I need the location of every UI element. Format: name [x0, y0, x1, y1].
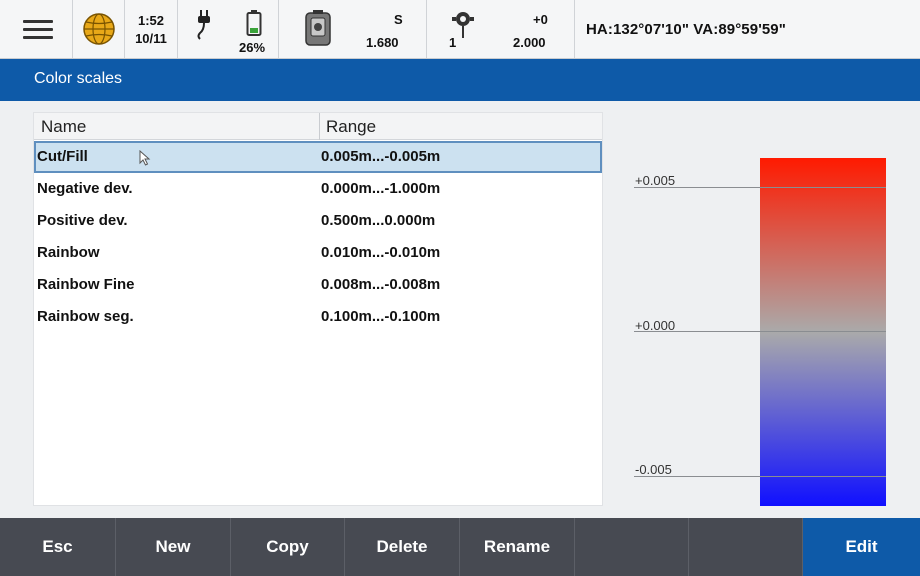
- delete-button[interactable]: Delete: [345, 518, 460, 576]
- menu-button[interactable]: [0, 0, 73, 58]
- gnss-status-button[interactable]: [73, 0, 125, 58]
- prism-target-icon: [452, 12, 474, 38]
- page-title: Color scales: [34, 70, 123, 87]
- list-item-negative-dev[interactable]: Negative dev. 0.000m...-1.000m: [34, 173, 602, 205]
- status-bar: 1:52 10/11 26% S 1.680 1 +0 2.000 HA:132…: [0, 0, 920, 59]
- new-button[interactable]: New: [116, 518, 231, 576]
- date-text: 10/11: [135, 31, 167, 46]
- target-offset: +0: [533, 12, 548, 27]
- target-status[interactable]: 1 +0 2.000: [427, 0, 575, 58]
- row-range: 0.500m...0.000m: [321, 212, 436, 229]
- row-name: Rainbow Fine: [37, 276, 135, 293]
- row-range: 0.005m...-0.005m: [321, 148, 441, 165]
- list-item-rainbow-seg[interactable]: Rainbow seg. 0.100m...-0.100m: [34, 301, 602, 333]
- empty-softkey-2[interactable]: [689, 518, 803, 576]
- column-header-name[interactable]: Name: [41, 117, 86, 137]
- row-name: Positive dev.: [37, 212, 128, 229]
- empty-softkey-1[interactable]: [575, 518, 689, 576]
- battery-icon: [246, 10, 262, 36]
- copy-button[interactable]: Copy: [231, 518, 345, 576]
- total-station-icon: [305, 10, 331, 46]
- row-name: Rainbow: [37, 244, 100, 261]
- row-range: 0.000m...-1.000m: [321, 180, 441, 197]
- column-header-range[interactable]: Range: [326, 117, 376, 137]
- row-range: 0.100m...-0.100m: [321, 308, 441, 325]
- list-header: Name Range: [34, 113, 602, 140]
- battery-percent: 26%: [239, 40, 266, 55]
- target-count: 1: [449, 35, 457, 50]
- edit-button[interactable]: Edit: [803, 518, 920, 576]
- column-separator[interactable]: [319, 113, 320, 140]
- color-scale-gradient: [760, 158, 886, 506]
- bottom-toolbar: Esc New Copy Delete Rename Edit: [0, 518, 920, 576]
- list-item-rainbow[interactable]: Rainbow 0.010m...-0.010m: [34, 237, 602, 269]
- row-range: 0.010m...-0.010m: [321, 244, 441, 261]
- list-item-rainbow-fine[interactable]: Rainbow Fine 0.008m...-0.008m: [34, 269, 602, 301]
- time-text: 1:52: [137, 13, 165, 28]
- scale-label-top: +0.005: [635, 173, 676, 188]
- row-name: Negative dev.: [37, 180, 133, 197]
- instrument-value: 1.680: [366, 35, 399, 50]
- time-date[interactable]: 1:52 10/11: [125, 0, 178, 58]
- list-item-positive-dev[interactable]: Positive dev. 0.500m...0.000m: [34, 205, 602, 237]
- plug-icon: [197, 10, 210, 40]
- target-height: 2.000: [513, 35, 546, 50]
- rename-button[interactable]: Rename: [460, 518, 575, 576]
- title-bar: Color scales: [0, 59, 920, 101]
- scale-label-bottom: -0.005: [635, 462, 672, 477]
- globe-icon: [83, 13, 115, 45]
- instrument-label: S: [394, 12, 403, 27]
- row-range: 0.008m...-0.008m: [321, 276, 441, 293]
- esc-button[interactable]: Esc: [0, 518, 116, 576]
- color-scale-list[interactable]: Name Range Cut/Fill 0.005m...-0.005m Neg…: [33, 112, 603, 506]
- mouse-cursor-icon: [139, 150, 151, 166]
- angle-readout: HA:132°07'10" VA:89°59'59": [586, 21, 786, 38]
- row-name: Rainbow seg.: [37, 308, 134, 325]
- row-name: Cut/Fill: [37, 148, 88, 165]
- power-status[interactable]: 26%: [178, 0, 279, 58]
- instrument-status[interactable]: S 1.680: [279, 0, 427, 58]
- scale-label-middle: +0.000: [635, 318, 676, 333]
- list-item-cut-fill[interactable]: Cut/Fill 0.005m...-0.005m: [34, 141, 602, 173]
